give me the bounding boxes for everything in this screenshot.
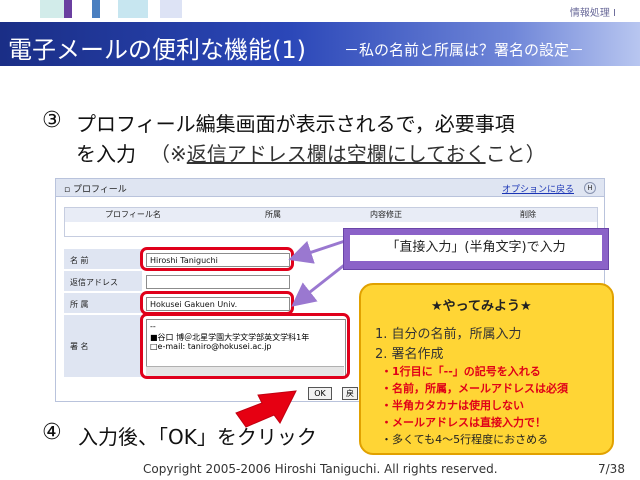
- name-label-text: 名 前: [70, 256, 89, 265]
- try-it-item-2: 2. 署名作成: [375, 347, 444, 362]
- try-it-title: ★やってみよう★: [431, 299, 532, 314]
- course-name: 情報処理 Ⅰ: [569, 8, 616, 19]
- page-number: 7/38: [598, 462, 625, 476]
- name-highlight: [140, 247, 294, 271]
- signature-label: 署 名: [64, 315, 142, 378]
- col-delete: 削除: [520, 210, 536, 219]
- decor-square: [92, 0, 100, 18]
- profile-icon: ▫: [64, 185, 71, 195]
- reply-address-label-text: 返信アドレス: [70, 278, 118, 287]
- try-it-rule: ・1行目に「--」の記号を入れる: [381, 365, 541, 378]
- profile-table-header: プロフィール名 所属 内容修正 削除: [64, 207, 598, 223]
- step4-text: 入力後、「OK」をクリック: [78, 425, 317, 449]
- step3-line2: を入力 （※返信アドレス欄は空欄にしておくこと）: [76, 138, 546, 167]
- reply-address-input[interactable]: [146, 275, 290, 289]
- step3-line1: プロフィール編集画面が表示されるで，必要事項: [76, 112, 515, 136]
- top-decor-strip: [0, 0, 640, 22]
- help-icon[interactable]: H: [584, 182, 596, 194]
- step3-hint-underlined: 返信アドレス欄は空欄にしておく: [186, 142, 486, 166]
- decor-square: [160, 0, 182, 18]
- arrow-to-name: [288, 239, 346, 264]
- try-it-rule: ・メールアドレスは直接入力で！: [381, 416, 546, 429]
- back-button[interactable]: 戻る: [342, 387, 358, 400]
- name-label: 名 前: [64, 249, 142, 270]
- decor-square: [118, 0, 148, 18]
- profile-title: ▫ プロフィール: [64, 182, 127, 195]
- slide-title: 電子メールの便利な機能(1): [8, 36, 306, 64]
- step-number: ③: [42, 108, 62, 133]
- try-it-rule: ・多くても4～5行程度におさめる: [381, 433, 549, 446]
- signature-label-text: 署 名: [70, 342, 89, 351]
- direct-input-callout-text: 「直接入力」(半角文字)で入力: [350, 235, 602, 261]
- col-profile-name: プロフィール名: [105, 210, 161, 219]
- try-it-rule: ・半角カタカナは使用しない: [381, 399, 524, 412]
- copyright: Copyright 2005-2006 Hiroshi Taniguchi. A…: [143, 462, 498, 476]
- step3-input-text: を入力: [76, 142, 136, 166]
- affiliation-highlight: [140, 291, 294, 315]
- ok-button[interactable]: OK: [308, 387, 332, 400]
- back-to-options-link[interactable]: オプションに戻る: [502, 182, 574, 195]
- direct-input-callout: 「直接入力」(半角文字)で入力: [343, 228, 609, 270]
- try-it-rule: ・名前，所属，メールアドレスは必須: [381, 382, 568, 395]
- col-edit: 内容修正: [370, 210, 402, 219]
- col-affiliation: 所属: [265, 210, 281, 219]
- try-it-callout: ★やってみよう★ 1. 自分の名前，所属入力 2. 署名作成 ・1行目に「--」…: [359, 283, 614, 455]
- step3-hint-close: こと）: [485, 142, 546, 166]
- step-number: ④: [42, 420, 62, 445]
- profile-title-text: プロフィール: [72, 185, 127, 195]
- step3-hint-open: （※: [150, 142, 187, 166]
- decor-square: [64, 0, 72, 18]
- slide-subtitle: －私の名前と所属は？署名の設定－: [344, 41, 585, 59]
- try-it-item-1: 1. 自分の名前，所属入力: [375, 327, 522, 342]
- affiliation-label-text: 所 属: [70, 300, 89, 309]
- affiliation-label: 所 属: [64, 293, 142, 314]
- reply-address-label: 返信アドレス: [64, 271, 142, 292]
- signature-highlight: [140, 313, 350, 379]
- profile-header-bar: ▫ プロフィール オプションに戻る H: [56, 179, 604, 197]
